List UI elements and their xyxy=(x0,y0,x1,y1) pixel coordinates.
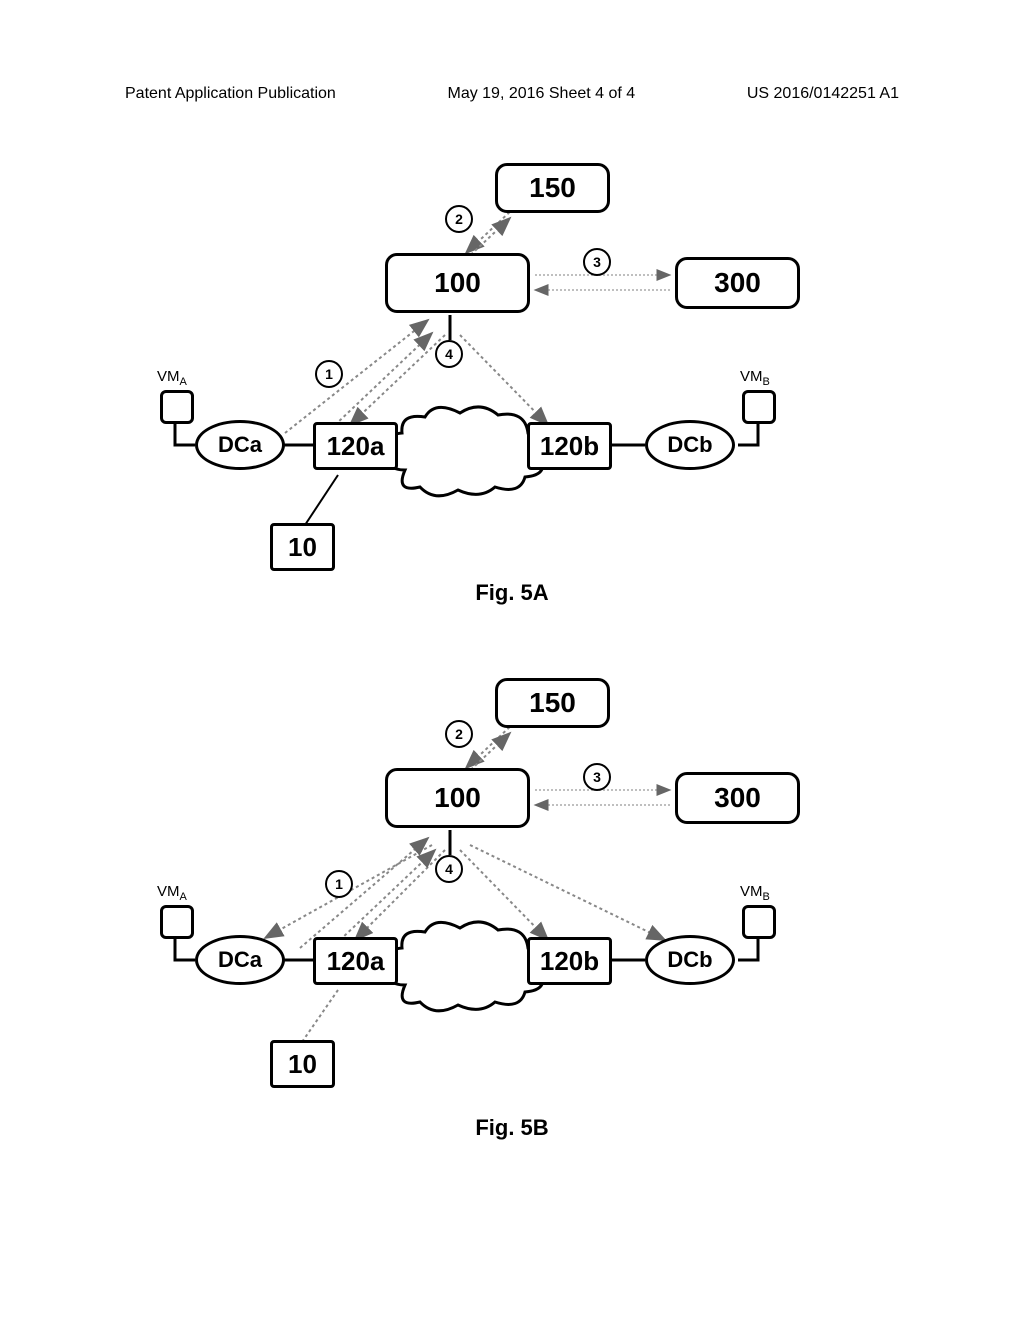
figure-5b-lines xyxy=(0,660,1024,1120)
step-1: 1 xyxy=(315,360,343,388)
step-1: 1 xyxy=(325,870,353,898)
vm-b-box xyxy=(742,390,776,424)
step-2: 2 xyxy=(445,205,473,233)
figure-5b: 150 100 300 120a 120b 10 DCa DCb VMA VMB… xyxy=(0,660,1024,1120)
ellipse-dcb: DCb xyxy=(645,935,735,985)
header-left: Patent Application Publication xyxy=(125,85,336,103)
step-3: 3 xyxy=(583,763,611,791)
ellipse-dca: DCa xyxy=(195,935,285,985)
header-right: US 2016/0142251 A1 xyxy=(747,85,899,103)
box-100: 100 xyxy=(385,768,530,828)
figure-5a-label: Fig. 5A xyxy=(475,580,548,606)
cloud-shape xyxy=(380,405,550,505)
step-2: 2 xyxy=(445,720,473,748)
figure-5b-label: Fig. 5B xyxy=(475,1115,548,1141)
box-120a: 120a xyxy=(313,937,398,985)
step-4: 4 xyxy=(435,340,463,368)
vm-b-box xyxy=(742,905,776,939)
ellipse-dca: DCa xyxy=(195,420,285,470)
vm-a-box xyxy=(160,390,194,424)
box-150: 150 xyxy=(495,678,610,728)
step-3: 3 xyxy=(583,248,611,276)
box-300: 300 xyxy=(675,257,800,309)
page-header: Patent Application Publication May 19, 2… xyxy=(0,85,1024,103)
box-120a: 120a xyxy=(313,422,398,470)
header-center: May 19, 2016 Sheet 4 of 4 xyxy=(447,85,635,103)
vm-a-box xyxy=(160,905,194,939)
box-150: 150 xyxy=(495,163,610,213)
vm-b-label: VMB xyxy=(740,883,770,903)
vm-a-label: VMA xyxy=(157,883,187,903)
box-10: 10 xyxy=(270,1040,335,1088)
vm-a-label: VMA xyxy=(157,368,187,388)
step-4: 4 xyxy=(435,855,463,883)
box-120b: 120b xyxy=(527,422,612,470)
cloud-shape xyxy=(380,920,550,1020)
box-10: 10 xyxy=(270,523,335,571)
box-100: 100 xyxy=(385,253,530,313)
vm-b-label: VMB xyxy=(740,368,770,388)
figure-5a: 150 100 300 120a 120b 10 DCa DCb VMA VMB… xyxy=(0,145,1024,585)
box-300: 300 xyxy=(675,772,800,824)
box-120b: 120b xyxy=(527,937,612,985)
ellipse-dcb: DCb xyxy=(645,420,735,470)
